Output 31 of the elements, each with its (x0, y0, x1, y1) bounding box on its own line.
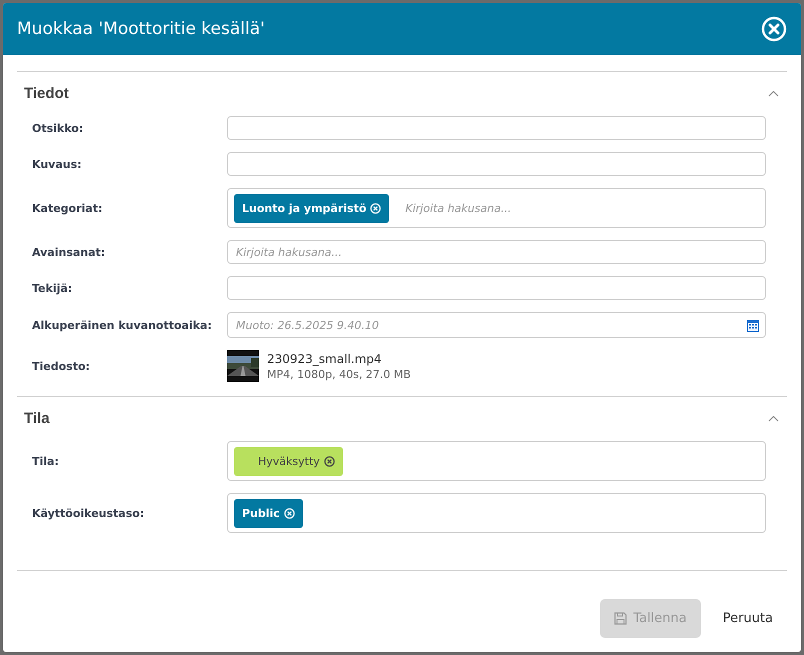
tag-label: Public (242, 506, 280, 520)
tag-field[interactable]: Luonto ja ympäristö Kirjoita hakusana... (227, 188, 766, 228)
tag-field[interactable]: Public (227, 493, 766, 533)
field-label: Tila: (32, 454, 60, 468)
field-label: Kategoriat: (32, 202, 104, 214)
field-label: Alkuperäinen kuvanottoaika: (32, 318, 213, 332)
tag-field[interactable]: Kirjoita hakusana... (227, 240, 766, 264)
file-name: 230923_small.mp4 (267, 352, 383, 366)
save-icon (614, 612, 628, 625)
section-header[interactable]: Tila (17, 407, 787, 429)
field-label: Avainsanat: (32, 246, 106, 258)
text-field[interactable] (227, 116, 766, 140)
field-label: Otsikko: (32, 122, 84, 134)
calendar-icon[interactable] (747, 318, 759, 332)
date-field[interactable]: Muoto: 26.5.2025 9.40.10 (227, 312, 766, 338)
tag-field[interactable]: Hyväksytty (227, 441, 766, 481)
field-label: Tiedosto: (32, 360, 91, 372)
remove-icon[interactable] (324, 456, 335, 466)
text-field[interactable] (227, 276, 766, 300)
close-button[interactable] (761, 16, 787, 42)
file-details: MP4, 1080p, 40s, 27.0 MB (267, 368, 411, 380)
tag-label: Luonto ja ympäristö (242, 202, 366, 214)
section-header[interactable]: Tiedot (17, 82, 787, 104)
chevron-icon (768, 414, 779, 422)
field-label: Käyttöoikeustaso: (32, 506, 146, 520)
text-field[interactable] (227, 152, 766, 176)
field-label: Kuvaus: (32, 158, 83, 170)
dialog-title: Muokkaa 'Moottoritie kesällä' (17, 19, 265, 39)
chevron-icon (768, 90, 779, 96)
field-label: Tekijä: (32, 282, 74, 294)
tag-label: Hyväksytty (258, 454, 320, 468)
